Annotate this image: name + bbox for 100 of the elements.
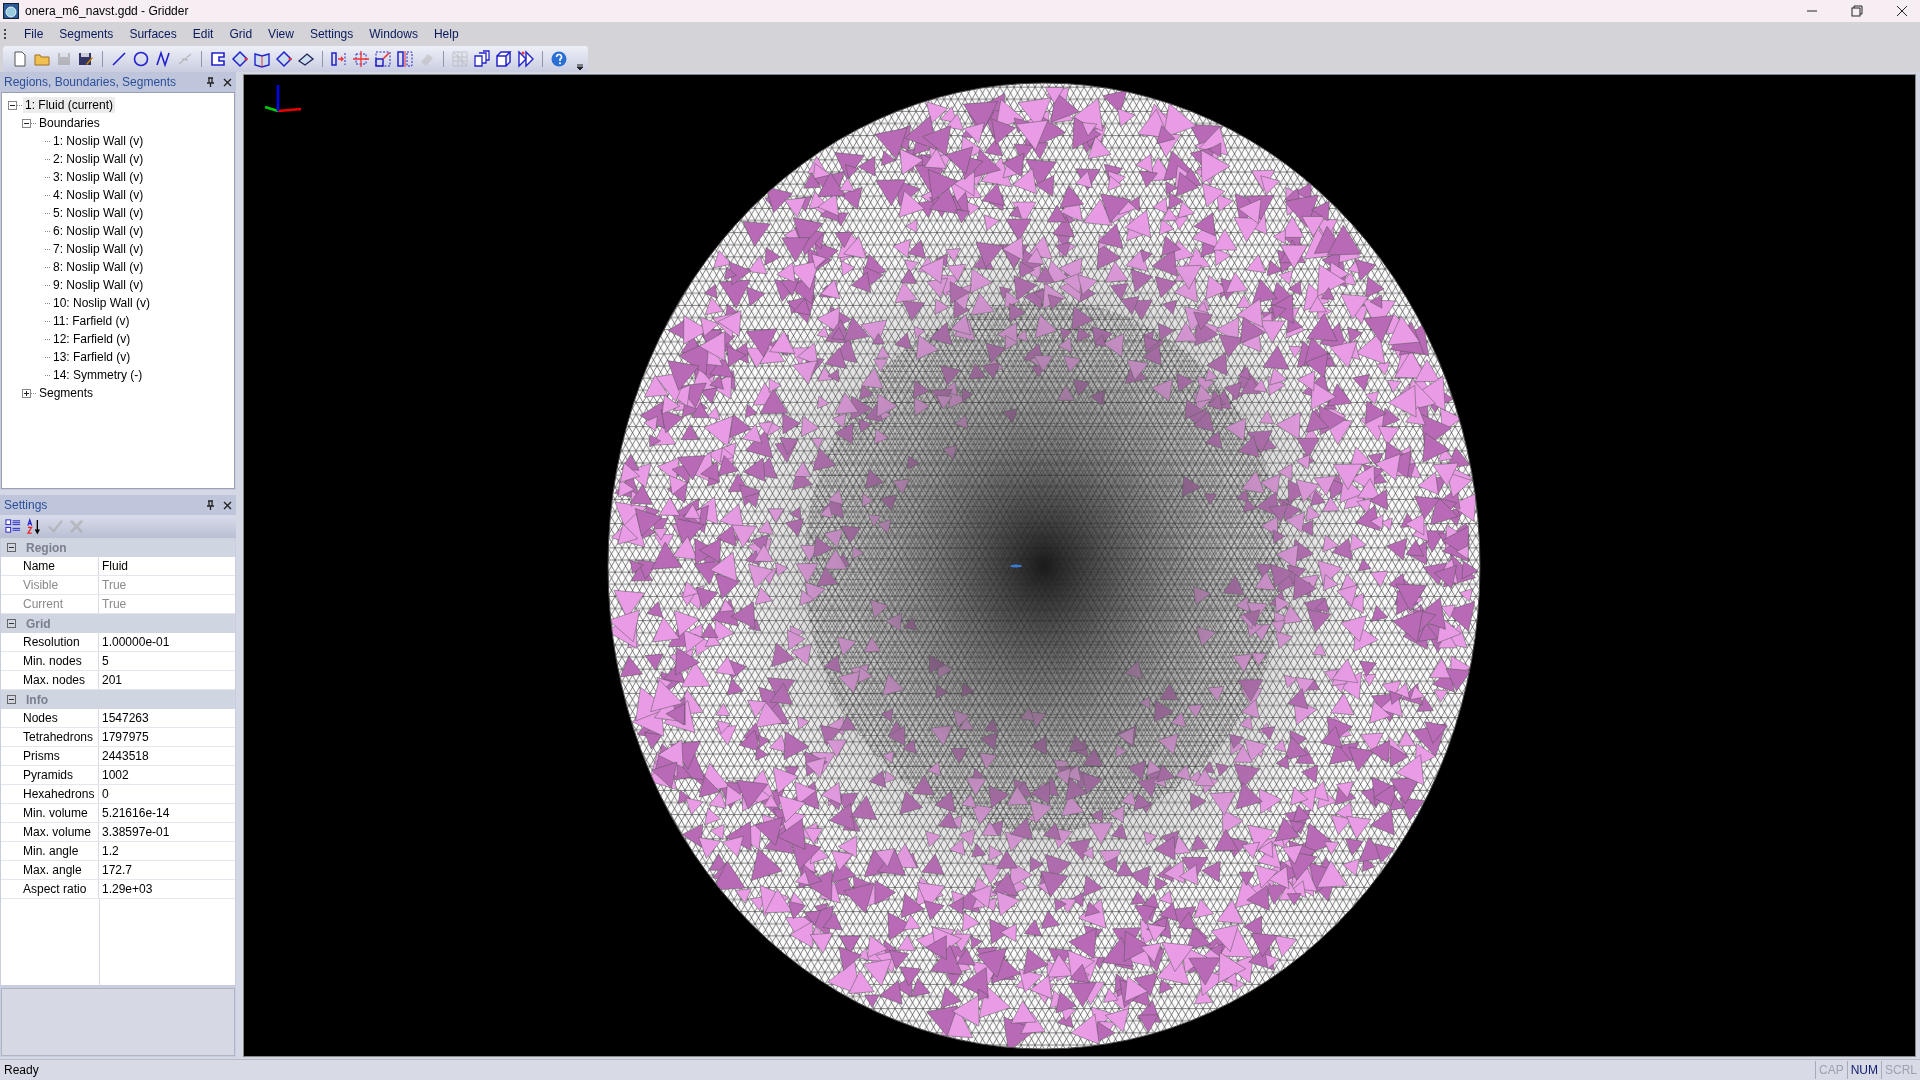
property-value[interactable]: 1797975 (99, 728, 149, 746)
property-name: Prisms (19, 747, 99, 765)
mirror-icon (396, 50, 414, 68)
category-label: Info (26, 692, 48, 707)
sort-icon (26, 518, 43, 535)
tree-item[interactable]: 11: Farfield (v) (51, 313, 132, 329)
property-value[interactable]: 172.7 (99, 861, 133, 879)
overflow-icon[interactable] (576, 61, 584, 71)
menu-item[interactable]: Help (425, 24, 467, 44)
tree-item[interactable]: 3: Noslip Wall (v) (51, 169, 146, 185)
close-icon[interactable] (223, 77, 232, 87)
tree-item[interactable]: 13: Farfield (v) (51, 349, 133, 365)
menu-item[interactable]: Windows (361, 24, 426, 44)
tree-item[interactable]: 1: Fluid (current) (23, 97, 116, 113)
property-name: Name (19, 557, 99, 575)
toolbar-button[interactable] (493, 48, 515, 70)
expander-icon[interactable] (8, 100, 17, 110)
category-label: Region (26, 540, 67, 555)
menu-item[interactable]: Edit (184, 24, 222, 44)
diamond-icon (275, 50, 293, 68)
expander-icon[interactable] (22, 118, 31, 128)
property-value[interactable]: 0 (99, 785, 109, 803)
property-value[interactable]: 5.21616e-14 (99, 804, 170, 822)
tree-item[interactable]: 8: Noslip Wall (v) (51, 259, 146, 275)
document-icon (11, 50, 29, 68)
toolbar-button[interactable] (229, 48, 251, 70)
property-value[interactable]: Fluid (99, 557, 128, 575)
tree-item[interactable]: 14: Symmetry (-) (51, 367, 145, 383)
bracket-icon (330, 50, 348, 68)
menu-item[interactable]: View (260, 24, 302, 44)
pin-icon[interactable] (206, 500, 215, 510)
menu-item[interactable]: Settings (301, 24, 362, 44)
property-name: Hexahedrons (19, 785, 99, 803)
property-name: Pyramids (19, 766, 99, 784)
panel-title: Settings (4, 498, 48, 512)
move-icon (352, 50, 370, 68)
expander-icon[interactable] (7, 619, 16, 628)
floppy-icon (55, 50, 73, 68)
pin-icon[interactable] (206, 77, 215, 87)
toolbar-button[interactable] (471, 48, 493, 70)
circle-icon (132, 50, 150, 68)
curve-icon (154, 50, 172, 68)
property-name: Tetrahedrons (19, 728, 99, 746)
tree-item[interactable]: 7: Noslip Wall (v) (51, 241, 146, 257)
tree-item[interactable]: 10: Noslip Wall (v) (51, 295, 152, 311)
expander-icon[interactable] (22, 388, 31, 398)
book-icon (253, 50, 271, 68)
property-value[interactable]: 1.00000e-01 (99, 633, 170, 651)
line-icon (110, 50, 128, 68)
close-icon[interactable] (223, 500, 232, 510)
expander-icon[interactable] (7, 543, 16, 552)
property-name: Max. nodes (19, 671, 99, 689)
menu-item[interactable]: Surfaces (121, 24, 185, 44)
tree-item[interactable]: 1: Noslip Wall (v) (51, 133, 146, 149)
cube-icon (495, 50, 513, 68)
tree-item[interactable]: 6: Noslip Wall (v) (51, 223, 146, 239)
property-name: Max. angle (19, 861, 99, 879)
status-text: Ready (4, 1063, 39, 1077)
property-value[interactable]: 5 (99, 652, 109, 670)
property-value[interactable]: 2443518 (99, 747, 149, 765)
expander-icon[interactable] (7, 695, 16, 704)
axes-icon (262, 83, 302, 115)
restore-icon[interactable] (1851, 5, 1863, 17)
property-name: Aspect ratio (19, 880, 99, 898)
play-icon (517, 50, 535, 68)
cross-icon (68, 518, 85, 535)
property-name: Min. angle (19, 842, 99, 860)
checkmark-icon (47, 518, 64, 535)
property-value[interactable]: 1.2 (99, 842, 119, 860)
tree-item[interactable]: 5: Noslip Wall (v) (51, 205, 146, 221)
window-title: onera_m6_navst.gdd - Gridder (25, 4, 189, 18)
tree-item[interactable]: Segments (37, 385, 96, 401)
grid-icon (451, 50, 469, 68)
property-name: Nodes (19, 709, 99, 727)
menu-item[interactable]: File (16, 24, 52, 44)
property-value[interactable]: 3.38597e-01 (99, 823, 170, 841)
tree-item[interactable]: 4: Noslip Wall (v) (51, 187, 146, 203)
cubes-icon (473, 50, 491, 68)
property-value[interactable]: 1002 (99, 766, 129, 784)
tree-item[interactable]: 9: Noslip Wall (v) (51, 277, 146, 293)
menu-item[interactable]: Segments (51, 24, 122, 44)
diamond-icon (231, 50, 249, 68)
floppy-pencil-icon (77, 50, 95, 68)
categorized-icon (5, 518, 22, 535)
property-name: Current (19, 595, 99, 613)
status-indicator: NUM (1846, 1061, 1881, 1079)
property-value[interactable]: 1.29e+03 (99, 880, 153, 898)
tree-item[interactable]: Boundaries (37, 115, 102, 131)
toolbar-button[interactable] (372, 48, 394, 70)
property-name: Max. volume (19, 823, 99, 841)
property-value[interactable]: 201 (99, 671, 123, 689)
status-indicator: CAP (1814, 1061, 1847, 1079)
close-icon[interactable] (1896, 5, 1908, 17)
panel-title: Regions, Boundaries, Segments (4, 75, 177, 89)
property-value[interactable]: 1547263 (99, 709, 149, 727)
toolbar-button[interactable] (273, 48, 295, 70)
app-icon (3, 3, 19, 19)
tree-item[interactable]: 2: Noslip Wall (v) (51, 151, 146, 167)
menu-item[interactable]: Grid (221, 24, 261, 44)
tree-item[interactable]: 12: Farfield (v) (51, 331, 133, 347)
